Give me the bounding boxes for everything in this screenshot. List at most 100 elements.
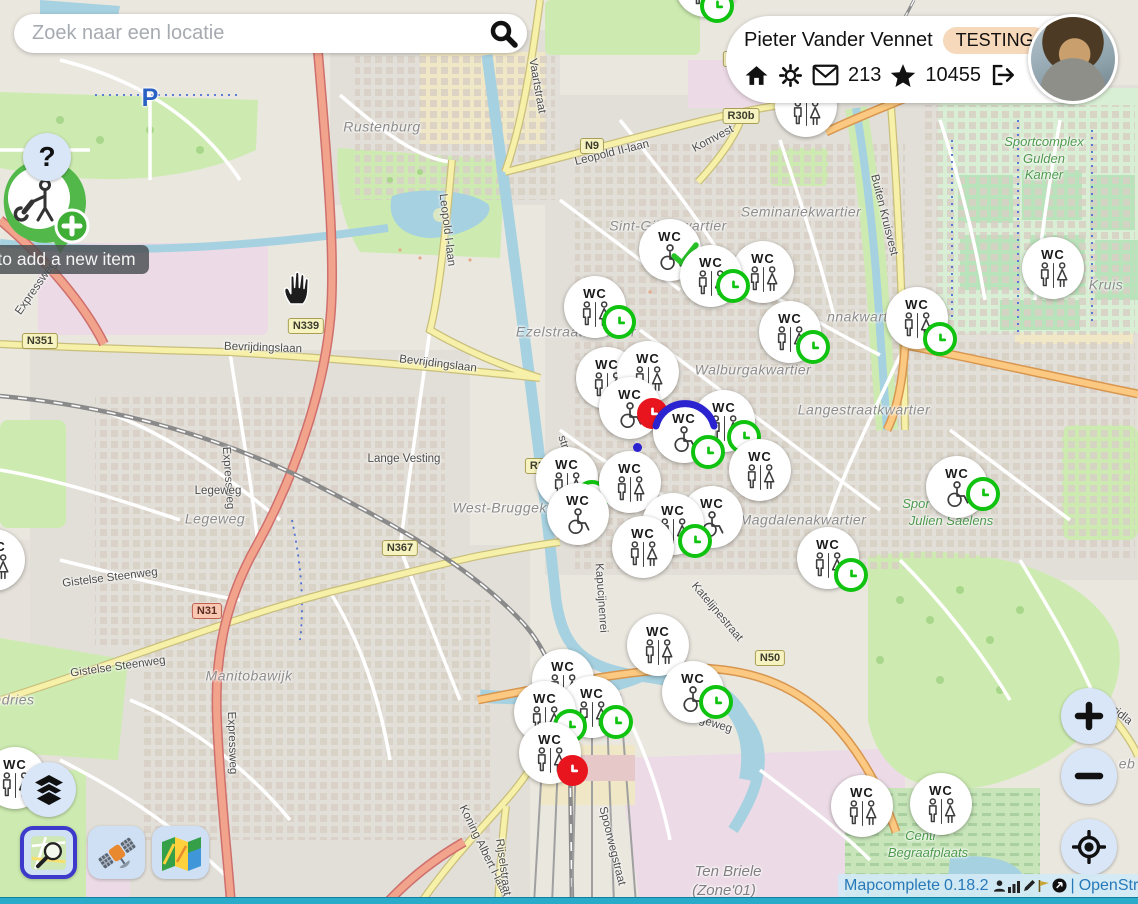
search-input[interactable] bbox=[14, 22, 481, 45]
flag-icon[interactable] bbox=[1037, 879, 1051, 893]
marker-wc-label: WC bbox=[712, 401, 736, 414]
man-woman-icon bbox=[846, 800, 879, 827]
map-marker-toilet[interactable]: WC bbox=[0, 529, 25, 591]
circle-arrow-icon[interactable] bbox=[1052, 878, 1067, 893]
marker-wc-label: WC bbox=[566, 494, 590, 507]
help-label: ? bbox=[38, 141, 55, 173]
marker-wc-label: WC bbox=[595, 358, 619, 371]
opening-hours-badge bbox=[700, 0, 734, 23]
opening-hours-badge bbox=[923, 322, 957, 356]
logout-button[interactable] bbox=[990, 62, 1016, 88]
home-button[interactable] bbox=[744, 63, 769, 88]
settings-button[interactable] bbox=[778, 63, 803, 88]
opening-hours-badge bbox=[966, 477, 1000, 511]
plus-icon bbox=[1074, 701, 1104, 731]
man-woman-icon bbox=[614, 476, 647, 503]
man-woman-icon bbox=[747, 266, 780, 293]
messages-button[interactable] bbox=[812, 64, 839, 86]
contributors-icon[interactable] bbox=[993, 879, 1006, 893]
exit-arrow-icon bbox=[990, 62, 1016, 88]
add-item-tooltip: re to add a new item bbox=[0, 245, 149, 274]
map-marker-toilet[interactable]: WC bbox=[831, 775, 893, 837]
envelope-icon bbox=[812, 64, 839, 86]
opening-hours-badge bbox=[716, 269, 750, 303]
marker-wc-label: WC bbox=[580, 687, 604, 700]
man-woman-icon bbox=[642, 639, 675, 666]
marker-wc-label: WC bbox=[583, 287, 607, 300]
magnifier-icon bbox=[488, 18, 520, 50]
attribution-separator: | bbox=[1071, 877, 1075, 895]
mapcomplete-app: N376R30bN9N339N351N367N31N50R30 Brugge-S… bbox=[0, 0, 1138, 904]
mapcomplete-version: 0.18.2 bbox=[944, 877, 988, 895]
openstreetmap-link[interactable]: OpenStreetMap bbox=[1079, 877, 1138, 895]
opening-hours-badge bbox=[691, 435, 725, 469]
layers-button[interactable] bbox=[21, 762, 76, 817]
marker-wc-label: WC bbox=[636, 352, 660, 365]
mapcomplete-link[interactable]: Mapcomplete bbox=[844, 877, 940, 895]
background-satellite-button[interactable] bbox=[88, 826, 145, 879]
marker-wc-label: WC bbox=[658, 230, 682, 243]
zoom-out-button[interactable] bbox=[1061, 748, 1117, 804]
messages-count: 213 bbox=[848, 64, 881, 87]
edit-pencil-icon[interactable] bbox=[1022, 879, 1036, 893]
marker-wc-label: WC bbox=[778, 312, 802, 325]
opening-hours-badge bbox=[557, 755, 588, 786]
satellite-icon bbox=[97, 834, 137, 872]
minus-icon bbox=[1074, 761, 1104, 791]
man-woman-icon bbox=[925, 798, 958, 825]
opening-hours-badge bbox=[678, 524, 712, 558]
marker-wc-label: WC bbox=[1041, 248, 1065, 261]
marker-wc-label: WC bbox=[929, 784, 953, 797]
map-marker-toilet[interactable]: WC bbox=[729, 439, 791, 501]
marker-wc-label: WC bbox=[661, 504, 685, 517]
marker-wc-label: WC bbox=[672, 412, 696, 425]
locate-button[interactable] bbox=[1061, 819, 1117, 875]
marker-wc-label: WC bbox=[751, 252, 775, 265]
osm-map-icon bbox=[30, 833, 67, 873]
brand-bottom-bar bbox=[0, 897, 1138, 904]
opening-hours-badge bbox=[602, 305, 636, 339]
stacked-layers-icon bbox=[33, 774, 65, 806]
marker-wc-label: WC bbox=[700, 497, 724, 510]
wheelchair-icon bbox=[562, 508, 595, 535]
gear-icon bbox=[778, 63, 803, 88]
user-stats-row: 213 10455 bbox=[744, 62, 1016, 88]
opening-hours-badge bbox=[834, 558, 868, 592]
attribution-bar: Mapcomplete 0.18.2 | OpenStreetMap bbox=[838, 874, 1138, 897]
marker-wc-label: WC bbox=[748, 450, 772, 463]
statistics-icon[interactable] bbox=[1007, 879, 1021, 893]
changesets-button[interactable] bbox=[890, 63, 916, 88]
star-icon bbox=[890, 63, 916, 88]
marker-wc-label: WC bbox=[538, 733, 562, 746]
marker-wc-label: WC bbox=[618, 388, 642, 401]
search-bar bbox=[14, 14, 527, 53]
user-name: Pieter Vander Vennet bbox=[744, 29, 933, 52]
user-avatar[interactable] bbox=[1028, 14, 1118, 104]
folded-map-icon bbox=[160, 834, 202, 872]
marker-wc-label: WC bbox=[618, 462, 642, 475]
marker-wc-label: WC bbox=[681, 672, 705, 685]
search-button[interactable] bbox=[481, 14, 527, 53]
map-marker-toilet-wheelchair[interactable]: WC bbox=[547, 483, 609, 545]
man-woman-icon bbox=[627, 541, 660, 568]
marker-wc-label: WC bbox=[699, 256, 723, 269]
zoom-in-button[interactable] bbox=[1061, 688, 1117, 744]
help-button[interactable]: ? bbox=[23, 133, 71, 181]
man-woman-icon bbox=[0, 554, 11, 581]
map-marker-layer: WC WC WC WC WC WC WC WC WC WC WC WC WC WC WC WC WC WC WC WC… bbox=[0, 0, 1138, 904]
user-row: Pieter Vander Vennet TESTING bbox=[744, 27, 1047, 54]
marker-wc-label: WC bbox=[646, 625, 670, 638]
opening-hours-badge bbox=[796, 330, 830, 364]
background-map-button[interactable] bbox=[152, 826, 209, 879]
changesets-count: 10455 bbox=[925, 64, 981, 87]
map-marker-toilet[interactable]: WC bbox=[910, 773, 972, 835]
map-marker-toilet[interactable]: WC bbox=[1022, 237, 1084, 299]
marker-wc-label: WC bbox=[631, 527, 655, 540]
opening-hours-badge bbox=[699, 685, 733, 719]
background-osm-carto-button[interactable] bbox=[20, 826, 77, 879]
marker-wc-label: WC bbox=[850, 786, 874, 799]
opening-hours-badge bbox=[599, 705, 633, 739]
map-marker-toilet[interactable]: WC bbox=[612, 516, 674, 578]
marker-wc-label: WC bbox=[0, 540, 6, 553]
marker-wc-label: WC bbox=[533, 692, 557, 705]
